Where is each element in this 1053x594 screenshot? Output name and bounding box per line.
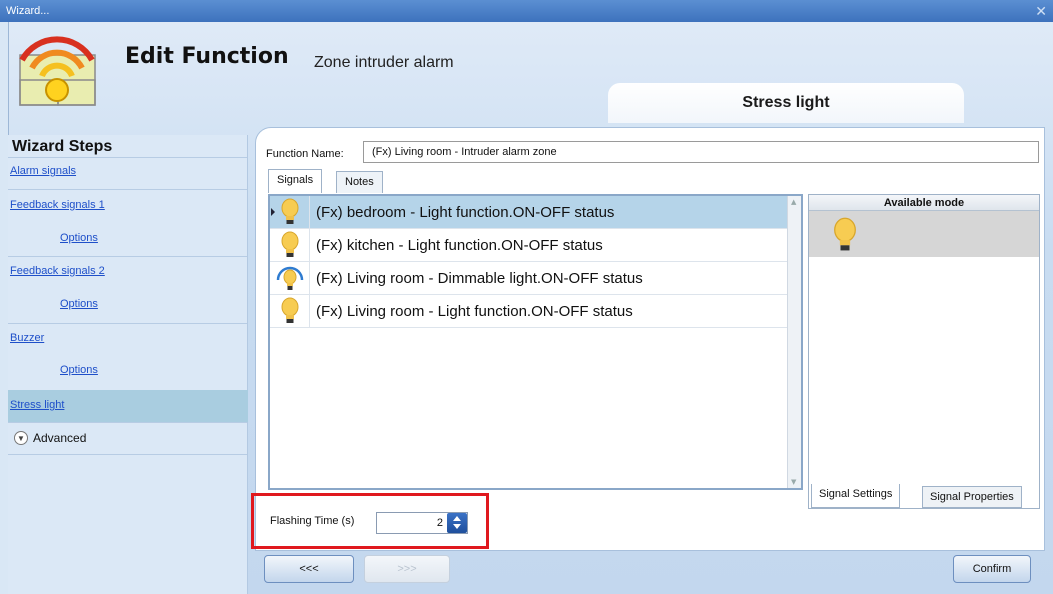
tab-notes[interactable]: Notes (336, 171, 383, 193)
sidebar-item-options-2[interactable]: Options (60, 298, 98, 310)
content-panel: Function Name: (Fx) Living room - Intrud… (255, 127, 1045, 551)
light-bulb-icon (281, 198, 298, 224)
signal-icon-cell (270, 294, 310, 328)
divider (8, 256, 247, 257)
tab-signal-properties[interactable]: Signal Properties (922, 486, 1022, 508)
dimmable-bulb-icon (276, 266, 303, 290)
signals-list: (Fx) bedroom - Light function.ON-OFF sta… (268, 194, 803, 490)
stepper-down-icon[interactable] (453, 524, 461, 529)
signal-row[interactable]: (Fx) Living room - Dimmable light.ON-OFF… (270, 261, 789, 295)
sidebar-item-stress-light[interactable]: Stress light (10, 399, 64, 411)
signal-row[interactable]: (Fx) Living room - Light function.ON-OFF… (270, 294, 789, 328)
divider (8, 323, 247, 324)
signal-icon-cell (270, 228, 310, 262)
signal-row[interactable]: (Fx) kitchen - Light function.ON-OFF sta… (270, 228, 789, 262)
flashing-time-stepper[interactable] (447, 513, 467, 533)
available-mode-strip (809, 211, 1039, 257)
light-bulb-icon (281, 297, 298, 323)
light-bulb-icon (281, 231, 298, 257)
advanced-toggle[interactable]: ▼ Advanced (14, 431, 86, 445)
next-button[interactable]: >>> (364, 555, 450, 583)
sidebar-item-options-1[interactable]: Options (60, 232, 98, 244)
signal-row[interactable]: (Fx) bedroom - Light function.ON-OFF sta… (270, 195, 789, 229)
row-pointer-icon (271, 207, 275, 216)
signal-label: (Fx) bedroom - Light function.ON-OFF sta… (316, 203, 615, 221)
tab-signal-settings[interactable]: Signal Settings (811, 484, 901, 508)
scroll-down-icon[interactable]: ▼ (791, 478, 796, 486)
function-name-field[interactable]: (Fx) Living room - Intruder alarm zone (363, 141, 1039, 163)
sidebar-title: Wizard Steps (12, 138, 113, 155)
sidebar-item-buzzer[interactable]: Buzzer (10, 332, 44, 344)
window-title: Wizard... (6, 5, 50, 17)
divider (8, 422, 247, 423)
divider (8, 454, 247, 455)
close-icon[interactable]: ✕ (1035, 0, 1047, 22)
window-title-bar: Wizard... ✕ (0, 0, 1053, 22)
light-bulb-icon[interactable] (831, 217, 859, 253)
divider (8, 157, 247, 158)
page-title: Edit Function (125, 44, 289, 69)
scroll-up-icon[interactable]: ▲ (791, 198, 796, 206)
function-name-label: Function Name: (266, 148, 344, 160)
stepper-up-icon[interactable] (453, 516, 461, 521)
available-mode-panel: Available mode Signal Settings Signal Pr… (808, 194, 1040, 509)
signal-icon-cell (270, 261, 310, 295)
previous-button[interactable]: <<< (264, 555, 354, 583)
divider (8, 189, 247, 190)
vertical-scrollbar[interactable]: ▲ ▼ (787, 196, 801, 488)
wizard-steps-sidebar: Wizard Steps Alarm signals Feedback sign… (8, 135, 248, 594)
advanced-label: Advanced (33, 431, 87, 445)
signal-label: (Fx) Living room - Dimmable light.ON-OFF… (316, 269, 643, 287)
chevron-down-icon: ▼ (14, 431, 28, 445)
sidebar-item-options-3[interactable]: Options (60, 364, 98, 376)
sidebar-item-alarm-signals[interactable]: Alarm signals (10, 165, 76, 177)
zone-alarm-icon (19, 36, 96, 106)
sidebar-item-feedback-signals-1[interactable]: Feedback signals 1 (10, 199, 105, 211)
signal-label: (Fx) Living room - Light function.ON-OFF… (316, 302, 633, 320)
flashing-time-label: Flashing Time (s) (270, 515, 355, 527)
available-mode-title: Available mode (809, 195, 1039, 211)
signal-icon-cell (270, 195, 310, 229)
confirm-button[interactable]: Confirm (953, 555, 1031, 583)
current-step-banner: Stress light (608, 83, 964, 123)
signal-label: (Fx) kitchen - Light function.ON-OFF sta… (316, 236, 603, 254)
function-type: Zone intruder alarm (314, 54, 454, 71)
sidebar-item-feedback-signals-2[interactable]: Feedback signals 2 (10, 265, 105, 277)
tab-signals[interactable]: Signals (268, 169, 323, 193)
